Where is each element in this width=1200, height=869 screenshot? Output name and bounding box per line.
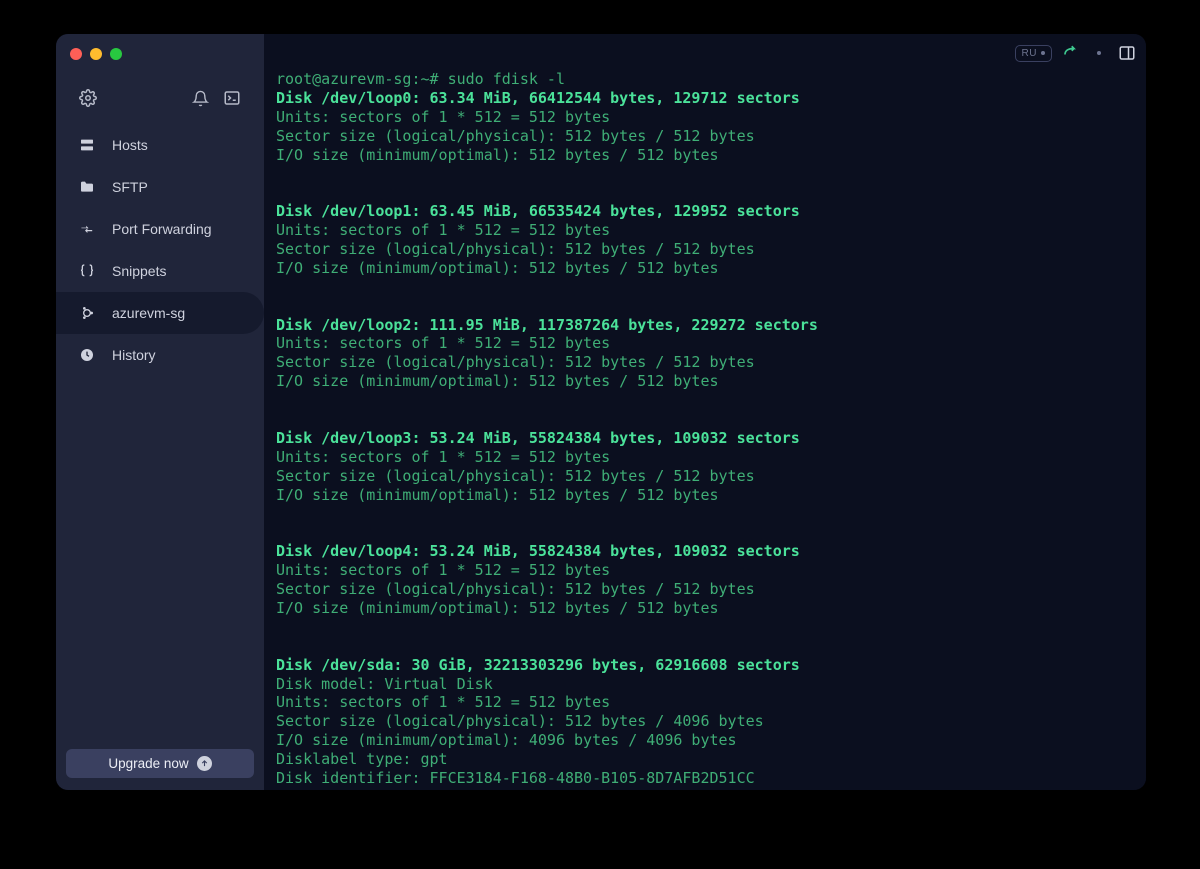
sidebar-item-port-forwarding[interactable]: Port Forwarding (56, 208, 264, 250)
terminal-line: Units: sectors of 1 * 512 = 512 bytes (276, 221, 1146, 240)
folder-icon (78, 178, 96, 196)
notifications-icon[interactable] (190, 88, 210, 108)
terminal-line: Units: sectors of 1 * 512 = 512 bytes (276, 108, 1146, 127)
terminal-line: Sector size (logical/physical): 512 byte… (276, 127, 1146, 146)
terminal-blank-line (276, 297, 1146, 316)
terminal-disk-header: Disk /dev/loop1: 63.45 MiB, 66535424 byt… (276, 202, 1146, 221)
terminal-blank-line (276, 391, 1146, 410)
terminal-line: I/O size (minimum/optimal): 512 bytes / … (276, 486, 1146, 505)
settings-icon[interactable] (78, 88, 98, 108)
terminal-disk-header: Disk /dev/loop3: 53.24 MiB, 55824384 byt… (276, 429, 1146, 448)
terminal-blank-line (276, 164, 1146, 183)
close-button[interactable] (70, 48, 82, 60)
terminal-blank-line (276, 504, 1146, 523)
share-icon[interactable] (1062, 44, 1080, 62)
sidebar-item-history[interactable]: History (56, 334, 264, 376)
terminal-line: Sector size (logical/physical): 512 byte… (276, 580, 1146, 599)
maximize-button[interactable] (110, 48, 122, 60)
terminal-line: I/O size (minimum/optimal): 512 bytes / … (276, 259, 1146, 278)
terminal-line: Sector size (logical/physical): 512 byte… (276, 353, 1146, 372)
terminal-line: Disklabel type: gpt (276, 750, 1146, 769)
upgrade-label: Upgrade now (108, 756, 188, 771)
terminal-blank-line (276, 278, 1146, 297)
terminal-line: root@azurevm-sg:~# sudo fdisk -l (276, 70, 1146, 89)
terminal-disk-header: Disk /dev/loop0: 63.34 MiB, 66412544 byt… (276, 89, 1146, 108)
dot-separator-icon (1090, 44, 1108, 62)
upgrade-button[interactable]: Upgrade now (66, 749, 254, 778)
terminal-blank-line (276, 183, 1146, 202)
terminal-line: Units: sectors of 1 * 512 = 512 bytes (276, 561, 1146, 580)
app-window: Hosts SFTP Port Forwarding Snippets (56, 34, 1146, 790)
panel-toggle-icon[interactable] (1118, 44, 1136, 62)
arrow-up-icon (197, 756, 212, 771)
forward-icon (78, 220, 96, 238)
clock-icon (78, 346, 96, 364)
sidebar-item-label: Port Forwarding (112, 221, 212, 237)
hosts-icon (78, 136, 96, 154)
terminal-blank-line (276, 618, 1146, 637)
minimize-button[interactable] (90, 48, 102, 60)
sidebar-item-hosts[interactable]: Hosts (56, 124, 264, 166)
terminal-line: Units: sectors of 1 * 512 = 512 bytes (276, 448, 1146, 467)
keyboard-layout-pill[interactable]: RU (1015, 45, 1052, 62)
terminal-line: I/O size (minimum/optimal): 512 bytes / … (276, 372, 1146, 391)
terminal-blank-line (276, 637, 1146, 656)
sidebar-item-label: SFTP (112, 179, 148, 195)
terminal-line: I/O size (minimum/optimal): 512 bytes / … (276, 146, 1146, 165)
sidebar-item-label: Hosts (112, 137, 148, 153)
terminal-line: Sector size (logical/physical): 512 byte… (276, 240, 1146, 259)
terminal-blank-line (276, 410, 1146, 429)
terminal-line: Disk identifier: FFCE3184-F168-48B0-B105… (276, 769, 1146, 788)
topbar: RU (1015, 44, 1136, 62)
sidebar-nav: Hosts SFTP Port Forwarding Snippets (56, 124, 264, 376)
code-braces-icon (78, 262, 96, 280)
ubuntu-icon (78, 304, 96, 322)
terminal-line: Units: sectors of 1 * 512 = 512 bytes (276, 693, 1146, 712)
pill-label: RU (1022, 48, 1037, 59)
terminal-icon[interactable] (222, 88, 242, 108)
terminal-line: Disk model: Virtual Disk (276, 675, 1146, 694)
terminal-line: I/O size (minimum/optimal): 4096 bytes /… (276, 731, 1146, 750)
sidebar-item-label: Snippets (112, 263, 166, 279)
terminal-line: Sector size (logical/physical): 512 byte… (276, 467, 1146, 486)
terminal-disk-header: Disk /dev/loop4: 53.24 MiB, 55824384 byt… (276, 542, 1146, 561)
window-controls (56, 34, 264, 60)
terminal-disk-header: Disk /dev/sda: 30 GiB, 32213303296 bytes… (276, 656, 1146, 675)
sidebar-item-azurevm-sg[interactable]: azurevm-sg (56, 292, 264, 334)
terminal-line: Sector size (logical/physical): 512 byte… (276, 712, 1146, 731)
terminal-line: I/O size (minimum/optimal): 512 bytes / … (276, 599, 1146, 618)
main-panel: RU root@azurevm-sg:~# sudo fdisk -lDisk … (264, 34, 1146, 790)
terminal-line: Units: sectors of 1 * 512 = 512 bytes (276, 334, 1146, 353)
sidebar-item-snippets[interactable]: Snippets (56, 250, 264, 292)
sidebar-top-icons (56, 60, 264, 118)
dot-icon (1041, 51, 1045, 55)
terminal-blank-line (276, 523, 1146, 542)
terminal-disk-header: Disk /dev/loop2: 111.95 MiB, 117387264 b… (276, 316, 1146, 335)
terminal-output[interactable]: root@azurevm-sg:~# sudo fdisk -lDisk /de… (276, 70, 1146, 790)
sidebar-item-label: azurevm-sg (112, 305, 185, 321)
sidebar-item-label: History (112, 347, 156, 363)
sidebar-item-sftp[interactable]: SFTP (56, 166, 264, 208)
sidebar: Hosts SFTP Port Forwarding Snippets (56, 34, 264, 790)
